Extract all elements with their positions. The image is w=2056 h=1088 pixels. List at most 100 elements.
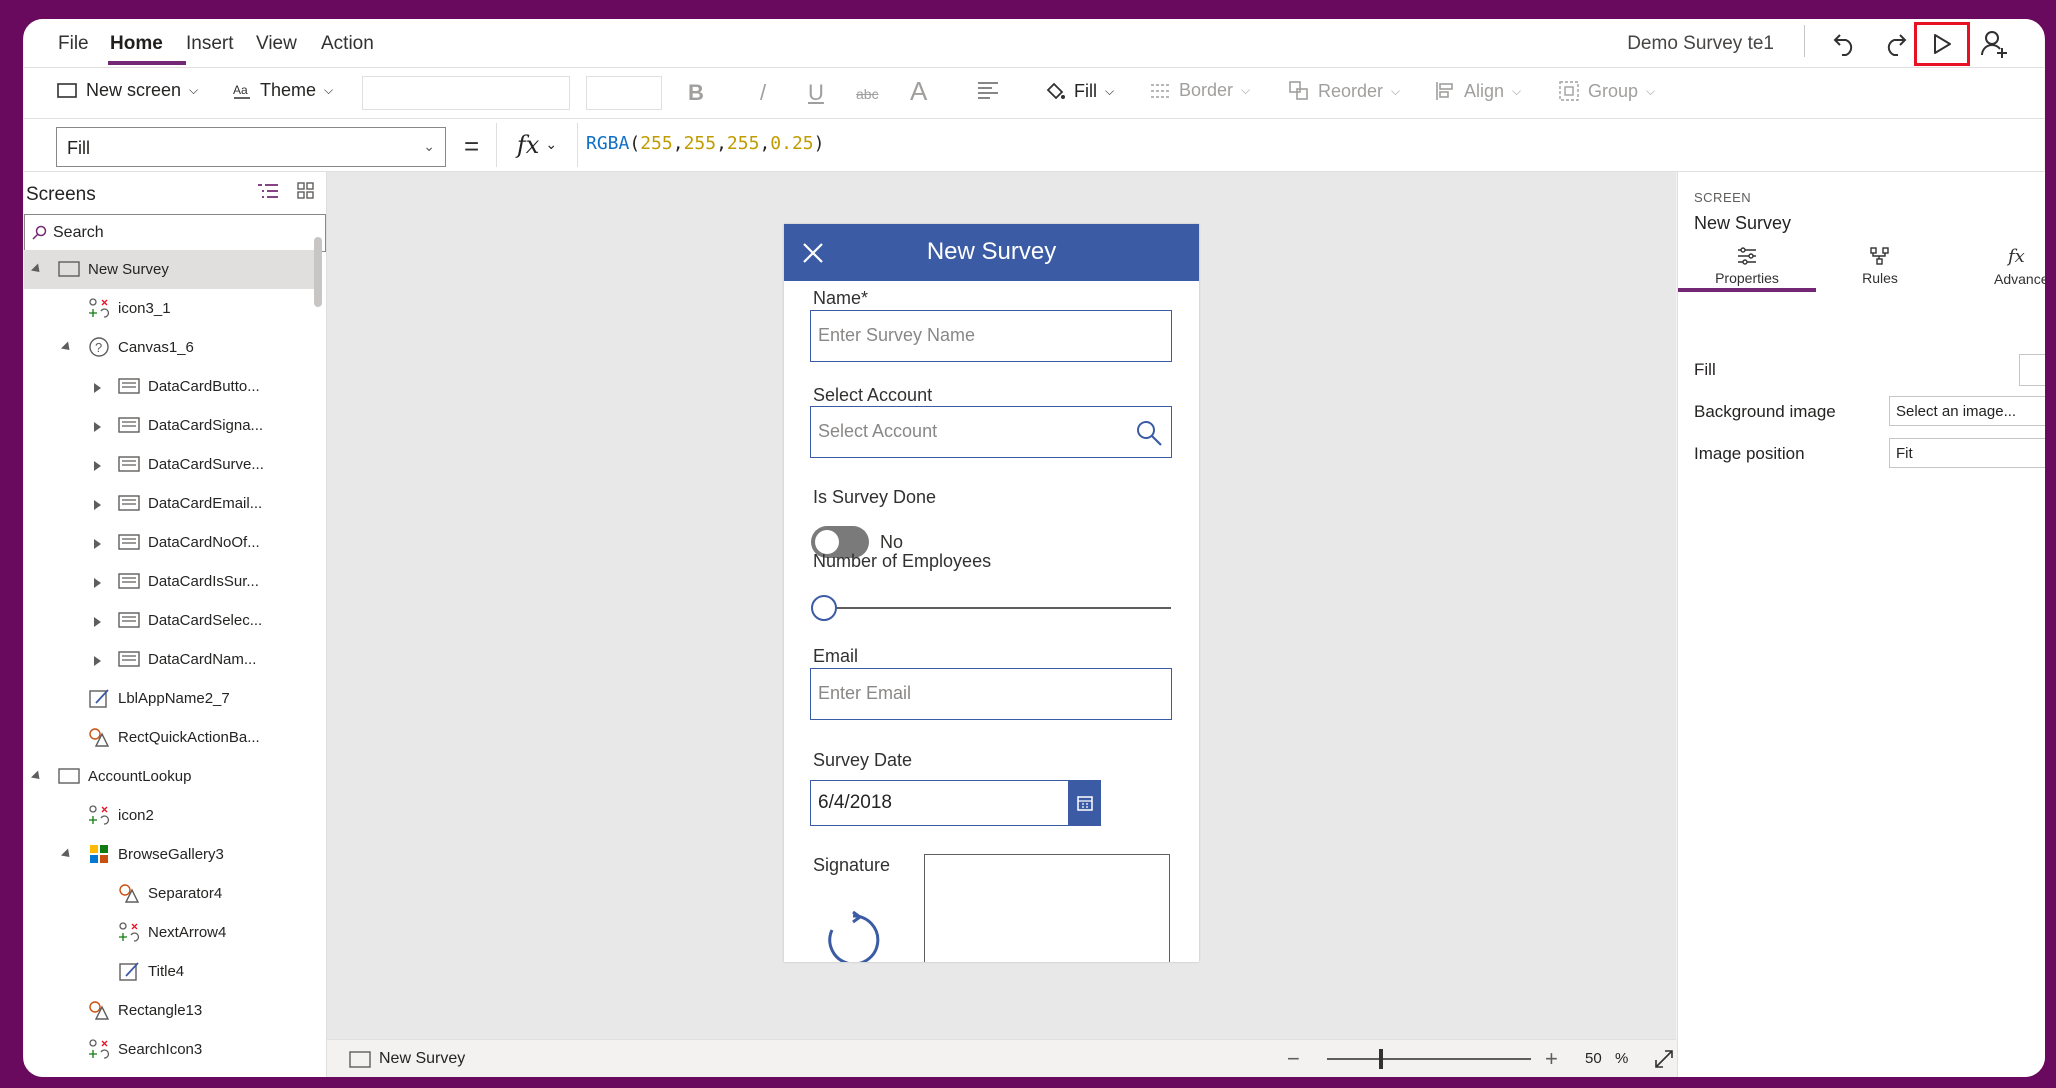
strikethrough-button[interactable]: abc — [856, 86, 879, 102]
zoom-in-button[interactable]: + — [1545, 1046, 1558, 1072]
employees-slider-handle[interactable] — [811, 595, 837, 621]
tree-item[interactable]: SearchIcon3 — [24, 1030, 314, 1069]
underline-button[interactable]: U — [808, 80, 824, 106]
survey-date-label: Survey Date — [813, 750, 913, 770]
background-image-select[interactable]: Select an image... — [1889, 396, 2045, 426]
collapse-arrow-icon[interactable] — [30, 770, 44, 783]
image-position-value: Fit — [1896, 445, 1913, 462]
tree-scrollbar[interactable] — [314, 237, 322, 307]
tree-item[interactable]: DataCardSurve... — [24, 445, 314, 484]
collapse-arrow-icon[interactable] — [60, 341, 74, 354]
formula-comma: , — [716, 133, 727, 154]
reset-icon[interactable] — [822, 910, 884, 962]
tree-item[interactable]: DataCardSelec... — [24, 601, 314, 640]
menu-view[interactable]: View — [256, 33, 297, 55]
tree-item[interactable]: Separator4 — [24, 874, 314, 913]
redo-button[interactable] — [1874, 23, 1916, 65]
tree-item[interactable]: DataCardSigna... — [24, 406, 314, 445]
date-value: 6/4/2018 — [818, 792, 892, 813]
fx-icon: fx — [2008, 246, 2025, 267]
font-family-select[interactable] — [362, 76, 570, 110]
fill-color-picker[interactable] — [2019, 354, 2045, 386]
group-button[interactable]: Group ⌵ — [1558, 80, 1655, 102]
bold-button[interactable]: B — [688, 80, 704, 106]
fill-button[interactable]: Fill ⌵ — [1044, 80, 1114, 102]
search-icon[interactable] — [1135, 419, 1163, 447]
signature-pen-input[interactable] — [924, 854, 1170, 962]
italic-button[interactable]: / — [760, 80, 766, 106]
zoom-slider-handle[interactable] — [1379, 1049, 1383, 1069]
tree-item[interactable]: DataCardNam... — [24, 640, 314, 679]
collapse-arrow-icon[interactable] — [30, 263, 44, 276]
formula-function: RGBA — [586, 133, 630, 154]
tree-item[interactable]: icon3_1 — [24, 289, 314, 328]
font-color-button[interactable]: A — [910, 76, 927, 107]
zoom-out-button[interactable]: − — [1287, 1046, 1300, 1072]
tree-item[interactable]: DataCardButto... — [24, 367, 314, 406]
tab-rules[interactable]: Rules — [1835, 236, 1925, 292]
tree-item[interactable]: Title4 — [24, 952, 314, 991]
tree-item[interactable]: ? Canvas1_6 — [24, 328, 314, 367]
undo-button[interactable] — [1824, 23, 1866, 65]
tree-item[interactable]: LblAppName2_7 — [24, 679, 314, 718]
tree-item[interactable]: BrowseGallery3 — [24, 835, 314, 874]
expand-arrow-icon[interactable] — [94, 539, 101, 549]
collapse-arrow-icon[interactable] — [60, 848, 74, 861]
expand-arrow-icon[interactable] — [94, 500, 101, 510]
tree-item[interactable]: AccountLookup — [24, 757, 314, 796]
redo-icon — [1887, 34, 1907, 56]
tree-item[interactable]: Rectangle13 — [24, 991, 314, 1030]
menu-action[interactable]: Action — [321, 33, 374, 55]
tree-item[interactable]: New Survey — [24, 250, 314, 289]
expand-arrow-icon[interactable] — [94, 461, 101, 471]
tree-item-label: BrowseGallery3 — [118, 846, 224, 863]
tree-item[interactable]: DataCardEmail... — [24, 484, 314, 523]
share-user-button[interactable] — [1974, 23, 2016, 65]
tree-item[interactable]: DataCardIsSur... — [24, 562, 314, 601]
employees-slider-track[interactable] — [824, 607, 1171, 609]
theme-button[interactable]: Aa Theme ⌵ — [232, 80, 333, 101]
tree-item[interactable]: NextArrow4 — [24, 913, 314, 952]
expand-arrow-icon[interactable] — [94, 617, 101, 627]
preview-play-button[interactable] — [1914, 22, 1970, 66]
thumbnail-view-icon[interactable] — [296, 181, 316, 201]
property-dropdown[interactable]: Fill ⌄ — [56, 127, 446, 167]
expand-arrow-icon[interactable] — [94, 656, 101, 666]
canvas-status-bar: New Survey − + 50 % — [327, 1039, 1676, 1077]
expand-arrow-icon[interactable] — [94, 578, 101, 588]
menu-file[interactable]: File — [58, 33, 89, 55]
current-screen-name[interactable]: New Survey — [379, 1050, 465, 1068]
new-screen-button[interactable]: New screen ⌵ — [56, 80, 198, 101]
function-button[interactable]: fx ⌄ — [496, 123, 578, 167]
shape-icon — [89, 728, 110, 747]
zoom-slider[interactable] — [1327, 1058, 1531, 1060]
expand-arrow-icon[interactable] — [94, 383, 101, 393]
toggle-value: No — [880, 532, 904, 552]
align-button[interactable]: Align ⌵ — [1434, 80, 1521, 102]
menu-home[interactable]: Home — [110, 33, 163, 55]
select-account-input[interactable]: Select Account — [810, 406, 1172, 458]
image-position-select[interactable]: Fit — [1889, 438, 2045, 468]
survey-screen-preview[interactable]: New Survey Name* Enter Survey Name Selec… — [784, 224, 1199, 962]
svg-text:Aa: Aa — [233, 83, 248, 97]
tab-properties[interactable]: Properties — [1678, 236, 1816, 292]
fit-to-window-icon[interactable] — [1653, 1048, 1675, 1070]
formula-input[interactable]: RGBA(255,255,255,0.25) — [586, 133, 824, 154]
email-input[interactable]: Enter Email — [810, 668, 1172, 720]
tree-item[interactable]: RectQuickActionBa... — [24, 718, 314, 757]
tab-advanced[interactable]: fx Advanced — [1984, 236, 2045, 292]
tree-item[interactable]: DataCardNoOf... — [24, 523, 314, 562]
survey-name-input[interactable]: Enter Survey Name — [810, 310, 1172, 362]
menu-insert[interactable]: Insert — [186, 33, 234, 55]
tree-item[interactable]: icon2 — [24, 796, 314, 835]
text-align-button[interactable] — [976, 80, 1000, 100]
search-box[interactable]: Search — [24, 214, 326, 252]
date-picker-button[interactable] — [1068, 780, 1101, 826]
formula-arg: 255 — [726, 133, 760, 154]
font-size-select[interactable] — [586, 76, 662, 110]
border-button[interactable]: Border ⌵ — [1149, 80, 1250, 101]
tree-view-icon[interactable] — [256, 182, 280, 202]
expand-arrow-icon[interactable] — [94, 422, 101, 432]
survey-date-input[interactable]: 6/4/2018 — [810, 780, 1069, 826]
reorder-button[interactable]: Reorder ⌵ — [1288, 80, 1400, 102]
